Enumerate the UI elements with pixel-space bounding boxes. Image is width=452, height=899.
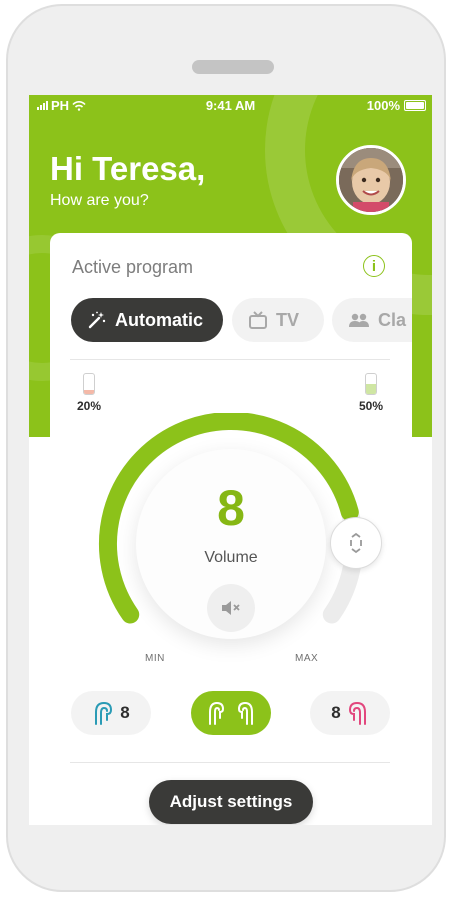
divider (70, 359, 390, 360)
card-title: Active program (72, 257, 194, 277)
battery-left-label: 20% (76, 399, 102, 413)
sync-arrows-icon (350, 532, 362, 554)
info-icon[interactable]: i (363, 255, 385, 277)
left-ear-icon (95, 701, 113, 725)
volume-knob[interactable]: 8 Volume (136, 449, 326, 639)
program-automatic[interactable]: Automatic (71, 298, 223, 342)
sync-button[interactable] (330, 517, 382, 569)
left-ear-value: 8 (120, 703, 130, 722)
greeting-title: Hi Teresa, (50, 150, 206, 187)
program-label: Cla (378, 309, 407, 330)
right-ear-control[interactable]: 8 (310, 691, 390, 735)
group-icon (349, 313, 369, 327)
program-label: Automatic (115, 309, 204, 330)
magic-wand-icon (88, 311, 106, 329)
tv-icon (249, 311, 267, 329)
adjust-settings-button[interactable]: Adjust settings (149, 780, 313, 824)
right-battery: 50% (351, 373, 391, 413)
greeting-subtitle: How are you? (50, 192, 149, 209)
battery-right-icon (365, 373, 377, 395)
volume-dial[interactable]: 8 Volume MIN MAX (50, 413, 412, 673)
volume-value: 8 (217, 480, 245, 536)
app-screen: PH 9:41 AM 100% Hi Teresa, How are you? (29, 95, 432, 825)
max-label: MAX (295, 653, 319, 664)
speaker-mute-icon (222, 601, 240, 615)
left-ear-control[interactable]: 8 (71, 691, 151, 735)
right-ear-icon (348, 701, 366, 725)
battery-icon (404, 100, 426, 111)
battery-percent: 100% (366, 98, 400, 113)
battery-right-label: 50% (358, 399, 384, 413)
phone-speaker (192, 60, 274, 74)
program-card: Active program i Automatic TV Cla 20% 50… (50, 233, 412, 825)
profile-photo-icon (339, 148, 403, 212)
both-ears-icon (209, 701, 253, 725)
mute-button[interactable] (207, 584, 255, 632)
program-tv[interactable]: TV (232, 298, 324, 342)
right-ear-value: 8 (331, 703, 341, 722)
program-group[interactable]: Cla (332, 298, 412, 342)
both-ears-control[interactable] (191, 691, 271, 735)
program-label: TV (276, 309, 300, 330)
avatar[interactable] (336, 145, 406, 215)
program-list: Automatic TV Cla (71, 298, 412, 343)
min-label: MIN (145, 653, 165, 664)
battery-left-icon (83, 373, 95, 395)
left-battery: 20% (69, 373, 109, 413)
divider (70, 762, 390, 763)
volume-label: Volume (204, 549, 258, 566)
status-bar: PH 9:41 AM 100% (29, 95, 432, 115)
